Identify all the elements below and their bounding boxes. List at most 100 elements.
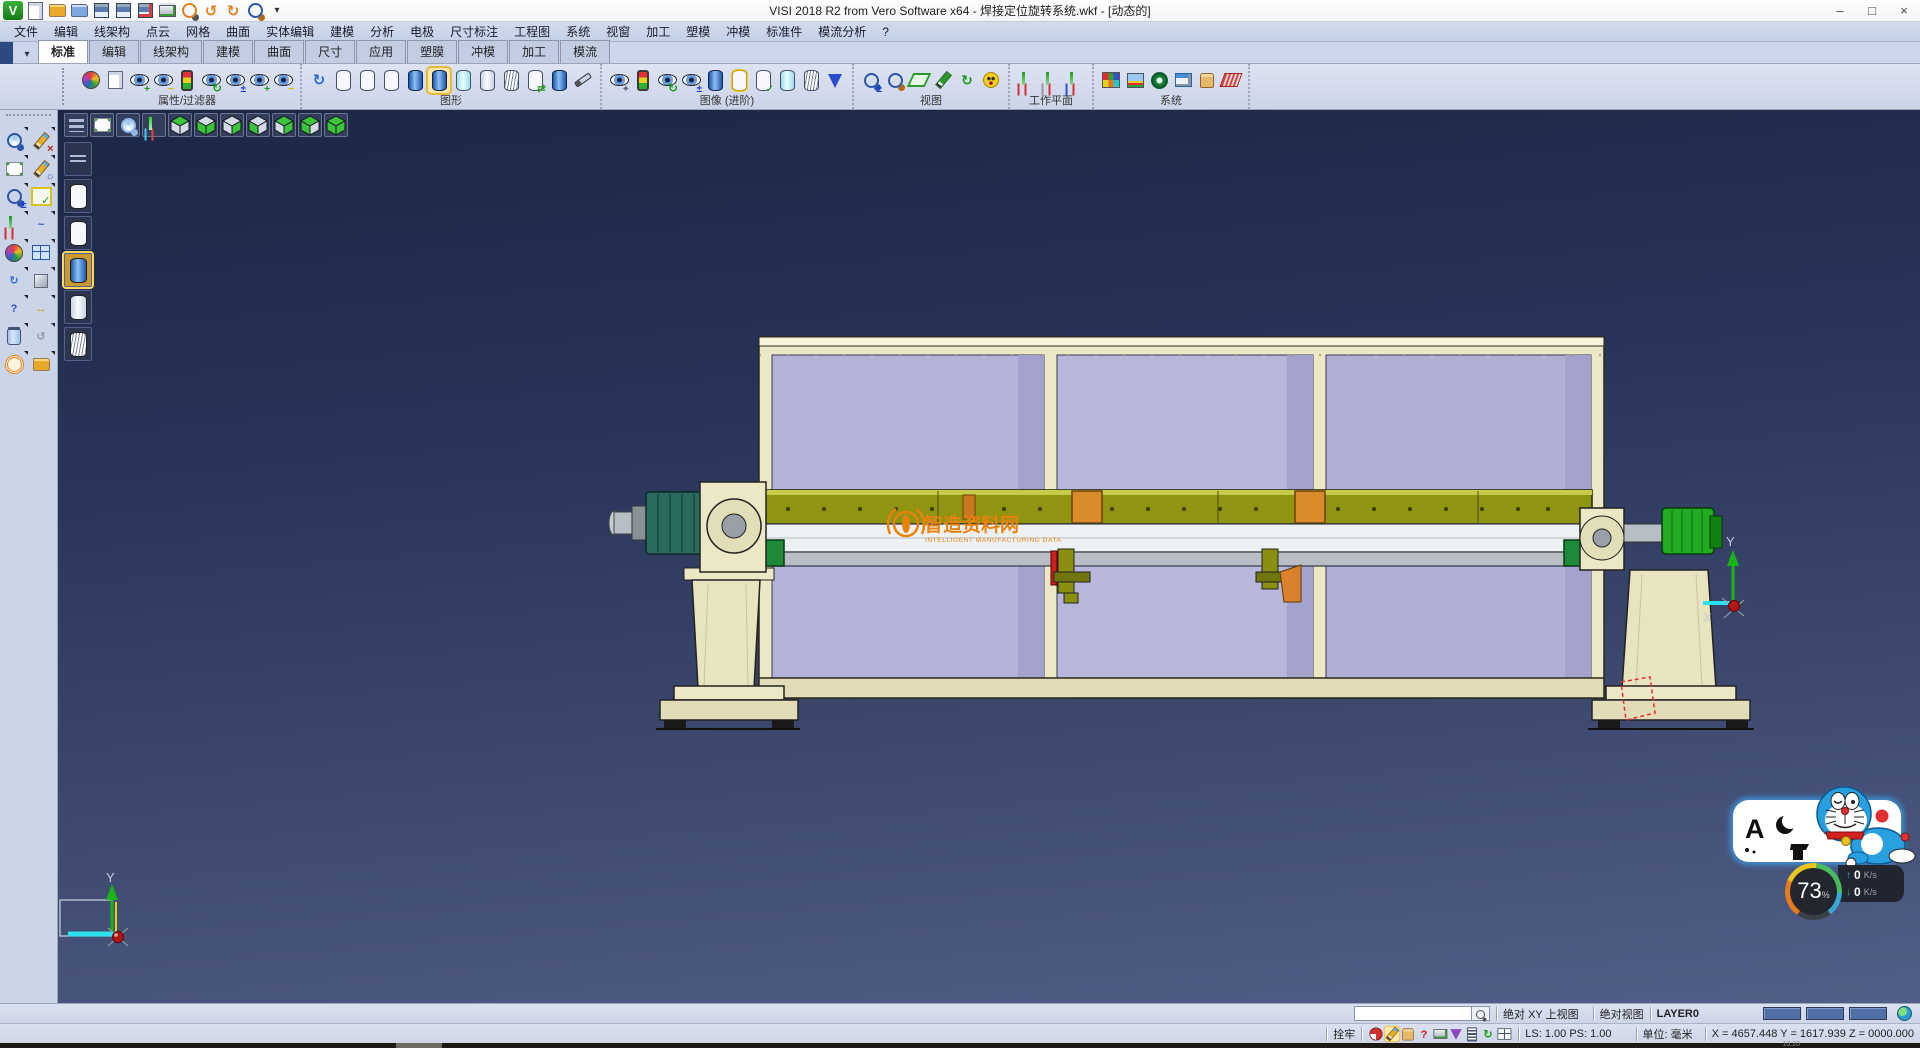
refresh-view-icon[interactable] [956,68,978,93]
attribute-brush-icon[interactable] [80,68,102,93]
minimize-button[interactable]: – [1824,0,1856,21]
compare-solids-icon[interactable] [524,68,546,93]
grid-settings-icon[interactable] [1220,68,1242,93]
ribbon-tab[interactable]: 应用 [356,40,406,63]
import-file-icon[interactable] [69,1,89,20]
sketch-line-icon[interactable] [932,68,954,93]
navigation-wheel-icon[interactable] [2,352,27,377]
layer-list-icon[interactable] [1465,1026,1480,1041]
os-taskbar[interactable]: 10:20 [0,1043,1920,1048]
workplane-gem-icon[interactable] [1449,1026,1464,1041]
undo-gray-icon[interactable] [29,324,54,349]
workplane-rotate-icon[interactable] [1064,68,1086,93]
delete-trash-icon[interactable] [2,324,27,349]
zoom-previous-icon[interactable] [179,1,199,20]
filter-selector-icon[interactable] [176,68,198,93]
workplane-axis-icon[interactable] [1016,68,1038,93]
menu-item[interactable]: 网格 [178,23,218,40]
spline-sketch-icon[interactable] [29,212,54,237]
ribbon-tab[interactable]: 塑膜 [407,40,457,63]
ribbon-tab[interactable]: 加工 [509,40,559,63]
dynamic-zoom-icon[interactable] [2,128,27,153]
hatched-view-icon[interactable] [500,68,522,93]
edit-search-icon[interactable] [245,1,265,20]
visi-logo-icon[interactable] [3,1,23,20]
menu-item[interactable]: 标准件 [758,23,810,40]
menu-item[interactable]: 文件 [6,23,46,40]
shaded-cube-icon[interactable] [29,268,54,293]
render-smiley-icon[interactable] [980,68,1002,93]
ribbon-tab[interactable]: 标准 [38,40,88,63]
section-knife-icon[interactable] [572,68,594,93]
new-file-icon[interactable] [25,1,45,20]
render-settings-icon[interactable] [608,68,630,93]
hidden-line-view-icon[interactable] [356,68,378,93]
flat-shaded-view-icon[interactable] [476,68,498,93]
show-entities-icon[interactable] [128,68,150,93]
menu-item[interactable]: 线架构 [86,23,138,40]
sketch-edit-icon[interactable] [1385,1026,1400,1041]
menu-item[interactable]: 塑模 [678,23,718,40]
zoom-plus-minus-icon[interactable] [2,184,27,209]
menu-item[interactable]: 实体编辑 [258,23,322,40]
save-icon[interactable] [91,1,111,20]
help-icon[interactable] [2,296,27,321]
quickbar-dropdown-icon[interactable] [267,1,287,20]
zoom-extents-icon[interactable] [884,68,906,93]
query-icon[interactable] [1417,1026,1432,1041]
dynamic-shade-icon[interactable] [548,68,570,93]
menu-item[interactable]: 电极 [402,23,442,40]
attribute-page-icon[interactable] [104,68,126,93]
search-input[interactable] [1354,1006,1472,1021]
translucent-view-icon[interactable] [452,68,474,93]
shaded-edges-view-icon[interactable] [428,68,450,93]
maximize-button[interactable]: □ [1856,0,1888,21]
menu-item[interactable]: 系统 [558,23,598,40]
ribbon-drag-handle[interactable] [62,68,70,105]
menu-item[interactable]: 点云 [138,23,178,40]
menu-item[interactable]: 视窗 [598,23,638,40]
selection-hand-icon[interactable] [1196,68,1218,93]
view-plane-icon[interactable] [908,68,930,93]
menu-item[interactable]: 工程图 [506,23,558,40]
confirm-check-icon[interactable] [29,184,54,209]
save-all-icon[interactable] [135,1,155,20]
verify-solid-icon[interactable] [752,68,774,93]
circle-sketch-icon[interactable] [29,156,54,181]
ribbon-tab[interactable]: 曲面 [254,40,304,63]
ribbon-tab[interactable]: 建模 [203,40,253,63]
menu-item[interactable]: 曲面 [218,23,258,40]
lock-toggle-icon[interactable] [1369,1026,1384,1041]
tab-dropdown-icon[interactable]: ▾ [16,45,38,63]
color-swatch[interactable] [1763,1007,1801,1020]
search-icon[interactable] [1472,1006,1490,1021]
active-layer-label[interactable]: LAYER0 [1657,1008,1699,1020]
menu-item[interactable]: 分析 [362,23,402,40]
viewport-grid-icon[interactable] [1497,1026,1512,1041]
percent-gauge[interactable]: 73 % [1785,863,1842,920]
hidden-dashed-view-icon[interactable] [380,68,402,93]
solid-quality-icon[interactable] [704,68,726,93]
open-recent-folder-icon[interactable] [29,352,54,377]
open-file-icon[interactable] [47,1,67,20]
menu-item[interactable]: 加工 [638,23,678,40]
regenerate-icon[interactable] [2,268,27,293]
print-icon[interactable] [157,1,177,20]
undo-icon[interactable] [201,1,221,20]
refresh-render-icon[interactable] [656,68,678,93]
pick-hand-icon[interactable] [1401,1026,1416,1041]
ribbon-tab[interactable]: 尺寸 [305,40,355,63]
transparency-icon[interactable] [776,68,798,93]
color-swatch[interactable] [1806,1007,1844,1020]
wcs-triad-icon[interactable] [2,212,27,237]
measure-icon[interactable] [29,296,54,321]
ribbon-tab[interactable]: 编辑 [89,40,139,63]
regen-view-icon[interactable] [308,68,330,93]
render-plus-minus-icon[interactable] [680,68,702,93]
erase-sketch-icon[interactable] [29,128,54,153]
zoom-in-out-icon[interactable] [860,68,882,93]
menu-item[interactable]: 尺寸标注 [442,23,506,40]
show-all-icon[interactable] [248,68,270,93]
workplane-align-icon[interactable] [1040,68,1062,93]
auto-rotate-icon[interactable] [1481,1026,1496,1041]
